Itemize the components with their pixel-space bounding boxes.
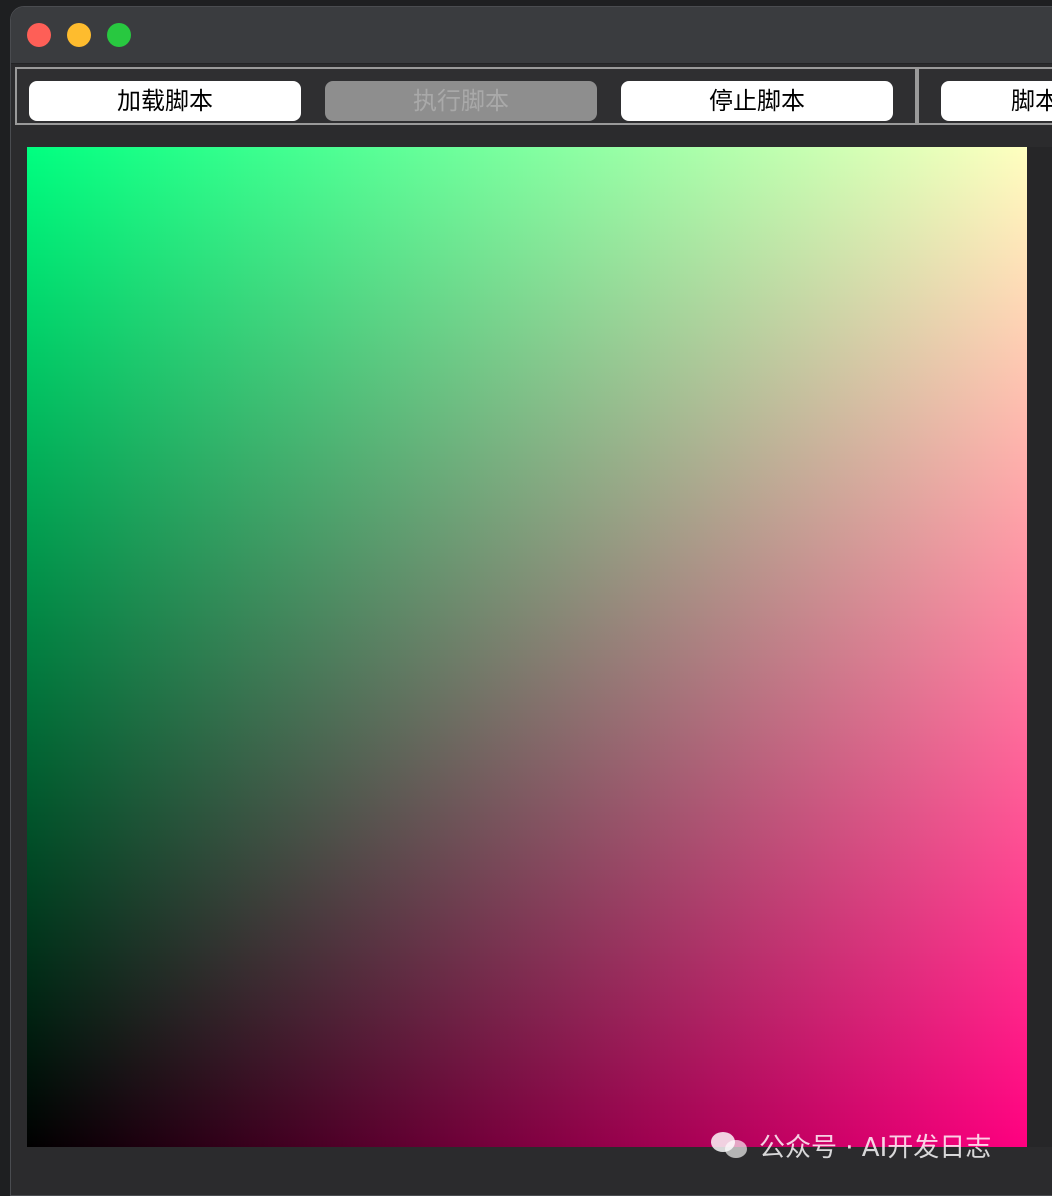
canvas-side-area xyxy=(1027,147,1052,1147)
stop-script-button[interactable]: 停止脚本 xyxy=(621,81,893,121)
gradient-canvas[interactable] xyxy=(27,147,1027,1147)
canvas-magenta-layer xyxy=(27,147,1027,1147)
minimize-window-button[interactable] xyxy=(67,23,91,47)
wechat-icon xyxy=(711,1130,749,1160)
close-window-button[interactable] xyxy=(27,23,51,47)
load-script-button[interactable]: 加载脚本 xyxy=(29,81,301,121)
maximize-window-button[interactable] xyxy=(107,23,131,47)
title-bar[interactable] xyxy=(11,7,1052,64)
watermark: 公众号 · AI开发日志 xyxy=(711,1123,991,1167)
watermark-text: 公众号 · AI开发日志 xyxy=(759,1132,992,1163)
app-window: 加载脚本 执行脚本 停止脚本 脚本 公众号 · AI开发日志 xyxy=(10,6,1052,1196)
execute-script-button[interactable]: 执行脚本 xyxy=(325,81,597,121)
script-button-partial[interactable]: 脚本 xyxy=(941,81,1052,121)
